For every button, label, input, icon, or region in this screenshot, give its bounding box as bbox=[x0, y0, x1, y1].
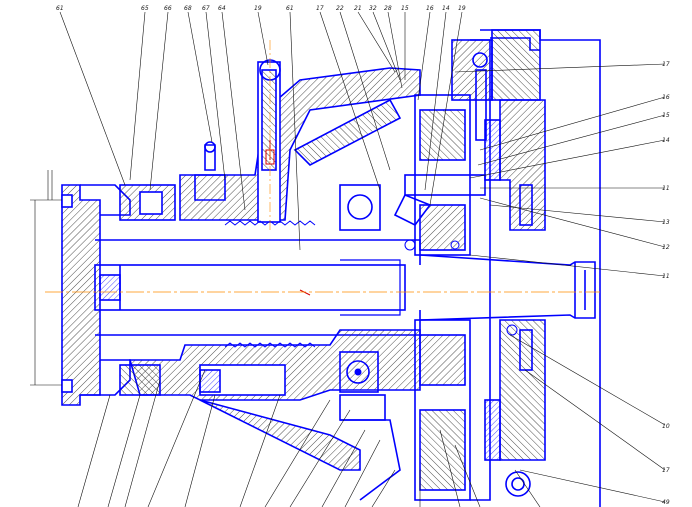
cross-section-drawing: 61 65 66 68 67 64 19 61 17 22 21 32 28 1… bbox=[30, 5, 670, 507]
callout-top-10: 22 bbox=[336, 5, 344, 12]
right-housing bbox=[451, 29, 601, 507]
callout-top-13: 28 bbox=[384, 5, 392, 12]
callout-right-3: 15 bbox=[662, 112, 670, 119]
callout-top-9: 17 bbox=[316, 5, 324, 12]
callout-top-1: 61 bbox=[56, 5, 64, 12]
callout-top-6: 64 bbox=[218, 5, 226, 12]
callout-right-9: 10 bbox=[662, 423, 670, 430]
callout-top-3: 66 bbox=[164, 5, 172, 12]
callout-top-4: 68 bbox=[184, 5, 192, 12]
right-callouts: 17 16 15 14 11 13 12 11 10 17 49 bbox=[662, 61, 670, 506]
callout-top-5: 67 bbox=[202, 5, 210, 12]
callout-right-11: 49 bbox=[662, 499, 670, 506]
output-shaft bbox=[419, 254, 596, 321]
gear-assembly bbox=[393, 39, 501, 501]
callout-top-7: 19 bbox=[254, 5, 262, 12]
callout-top-12: 32 bbox=[369, 5, 377, 12]
dimension-line bbox=[30, 170, 62, 386]
callout-right-10: 17 bbox=[662, 467, 670, 474]
callout-right-2: 16 bbox=[662, 94, 670, 101]
callout-right-7: 12 bbox=[662, 244, 670, 251]
callout-right-5: 11 bbox=[662, 185, 670, 192]
callout-top-17: 19 bbox=[458, 5, 466, 12]
callout-top-16: 14 bbox=[442, 5, 450, 12]
callout-right-6: 13 bbox=[662, 219, 670, 226]
callout-top-11: 21 bbox=[354, 5, 362, 12]
callout-top-8: 61 bbox=[286, 5, 294, 12]
callout-right-8: 11 bbox=[662, 273, 670, 280]
lower-housing bbox=[119, 329, 421, 501]
callout-top-15: 16 bbox=[426, 5, 434, 12]
callout-top-2: 65 bbox=[141, 5, 149, 12]
callout-top-14: 15 bbox=[401, 5, 409, 12]
callout-right-4: 14 bbox=[662, 137, 670, 144]
top-callouts: 61 65 66 68 67 64 19 61 17 22 21 32 28 1… bbox=[56, 5, 466, 12]
callout-right-1: 17 bbox=[662, 61, 670, 68]
main-shaft bbox=[94, 239, 421, 336]
